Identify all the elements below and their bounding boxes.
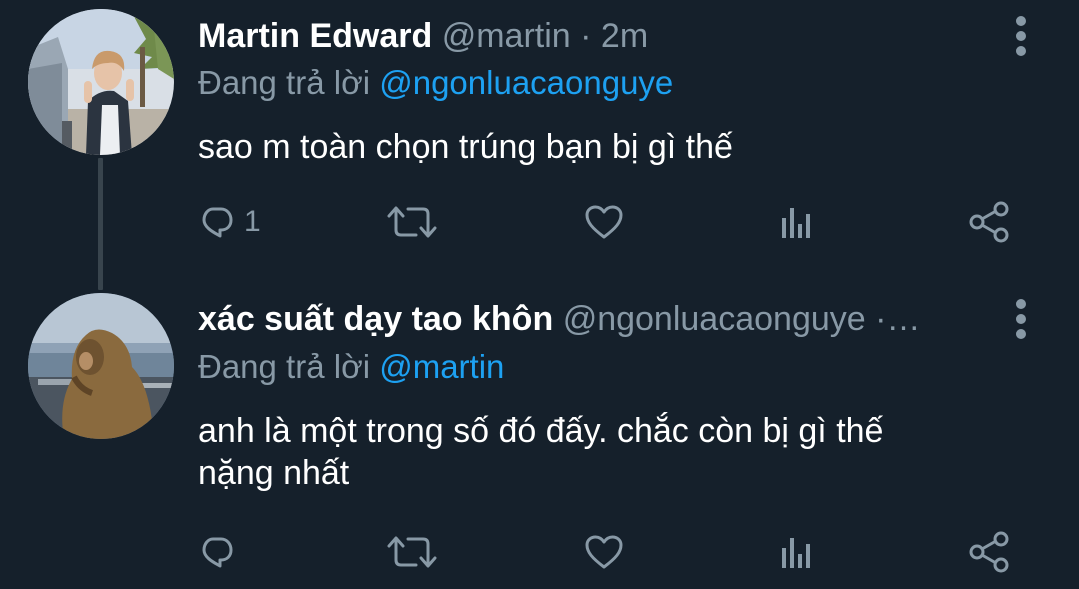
replying-to: Đang trả lời @ngonluacaonguye [198,63,673,103]
more-vertical-icon [1016,299,1026,309]
separator-dot: · [875,300,887,338]
avatar-photo-monkey [28,293,174,439]
share-icon [969,201,1009,243]
tweet-header: xác suất dạy tao khôn @ngonluacaonguye ·… [198,299,998,339]
avatar-photo-martin [28,9,174,155]
more-options-button[interactable] [1010,16,1032,60]
reply-icon [202,207,233,238]
more-vertical-icon-dot [1016,329,1026,339]
retweet-icon [387,536,437,568]
tweet-martin[interactable]: Martin Edward @martin · 2m Đang trả lời … [0,0,1079,290]
avatar-martin[interactable] [28,9,174,155]
more-vertical-icon [1016,16,1026,26]
tweet-actions: 1 [0,198,1079,248]
analytics-button[interactable] [780,528,812,576]
like-button[interactable] [584,528,624,576]
tweet-text-line: anh là một trong số đó đấy. chắc còn bị … [198,412,884,450]
user-handle[interactable]: @ngonluacaonguye [563,300,866,338]
analytics-button[interactable] [780,198,812,246]
share-button[interactable] [968,528,1010,576]
tweet-actions [0,528,1079,578]
more-options-button[interactable] [1010,299,1032,343]
tweet-text: anh là một trong số đó đấy. chắc còn bị … [198,410,1018,494]
reply-icon [202,537,233,568]
heart-icon [585,205,623,239]
like-button[interactable] [584,198,624,246]
display-name[interactable]: Martin Edward [198,17,432,55]
share-icon [969,531,1009,573]
reply-button[interactable]: 1 [200,198,261,246]
reply-button[interactable] [200,528,234,576]
separator-dot: · [580,17,592,55]
retweet-button[interactable] [386,198,438,246]
retweet-button[interactable] [386,528,438,576]
replying-to-label: Đang trả lời [198,64,371,101]
tweet-reply[interactable]: xác suất dạy tao khôn @ngonluacaonguye ·… [0,290,1079,589]
truncation-ellipsis: … [886,300,921,338]
more-vertical-icon-dot [1016,314,1026,324]
avatar-ngonluacaonguye[interactable] [28,293,174,439]
tweet-text-line: nặng nhất [198,454,350,492]
reply-count: 1 [244,205,261,238]
more-vertical-icon-dot [1016,46,1026,56]
retweet-icon [387,206,437,238]
analytics-icon [782,208,810,238]
more-vertical-icon-dot [1016,31,1026,41]
timestamp[interactable]: 2m [601,17,648,55]
heart-icon [585,535,623,569]
share-button[interactable] [968,198,1010,246]
replying-to-label: Đang trả lời [198,348,371,385]
analytics-icon [782,538,810,568]
user-handle[interactable]: @martin [442,17,571,55]
tweet-text: sao m toàn chọn trúng bạn bị gì thế [198,128,733,166]
replying-to-handle[interactable]: @martin [379,348,504,385]
tweet-header: Martin Edward @martin · 2m [198,16,998,56]
replying-to: Đang trả lời @martin [198,347,504,387]
replying-to-handle[interactable]: @ngonluacaonguye [379,64,673,101]
display-name[interactable]: xác suất dạy tao khôn [198,300,553,338]
